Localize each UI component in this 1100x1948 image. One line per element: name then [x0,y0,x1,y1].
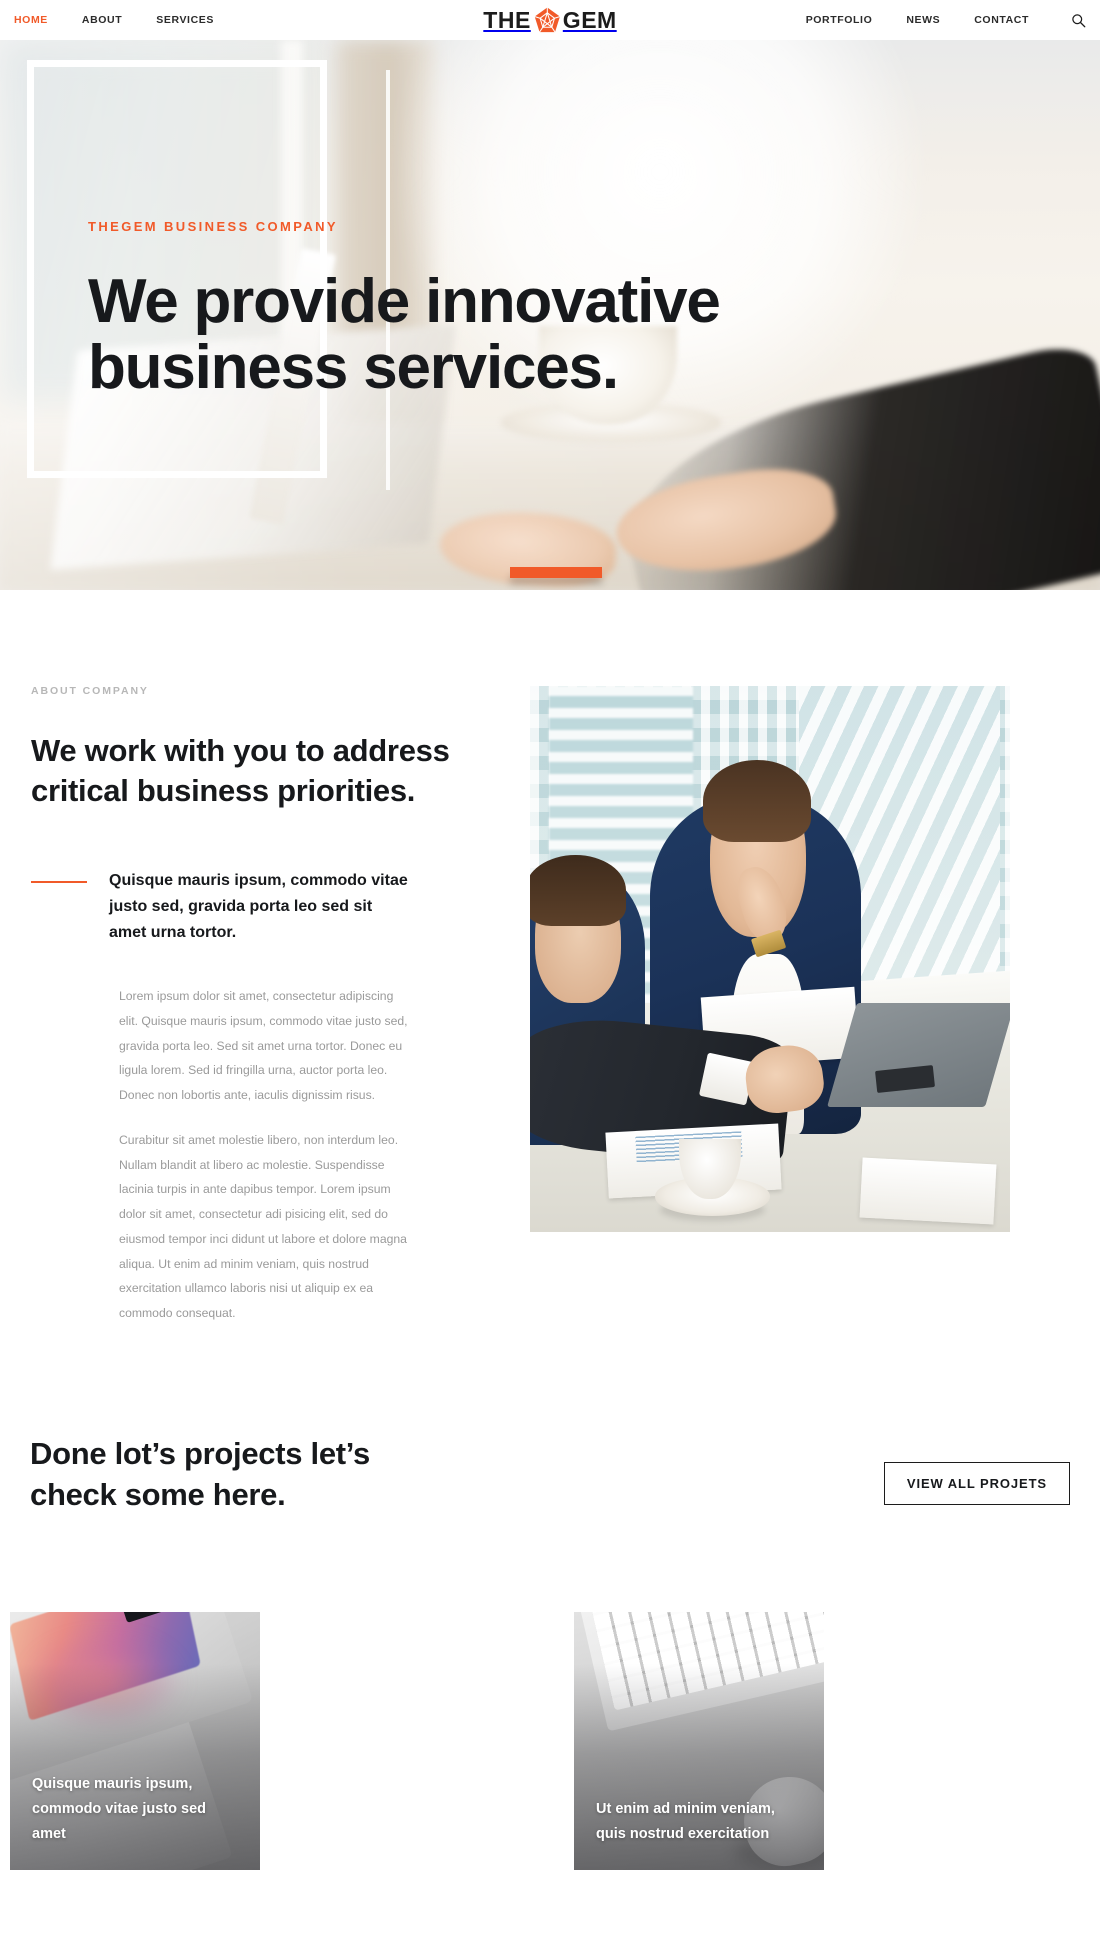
logo-text-the: THE [483,6,531,33]
about-body-column: Lorem ipsum dolor sit amet, consectetur … [31,984,500,1326]
primary-nav-left: HOME ABOUT SERVICES [14,15,214,26]
projects-section: Done lot’s projects let’s check some her… [0,1326,1100,1870]
about-photo [530,686,1010,1232]
projects-header: Done lot’s projects let’s check some her… [0,1326,1100,1516]
project-card[interactable]: Ut enim ad minim veniam, quis nostrud ex… [574,1611,824,1870]
projects-title: Done lot’s projects let’s check some her… [30,1435,370,1512]
projects-grid: Quisque mauris ipsum, commodo vitae just… [0,1516,1100,1870]
project-card-caption: Ut enim ad minim veniam, quis nostrud ex… [596,1801,775,1843]
project-card[interactable]: Quisque mauris ipsum, commodo vitae just… [10,1611,260,1870]
site-logo[interactable]: THE GEM [483,5,616,35]
about-text-column: ABOUT COMPANY We work with you to addres… [30,686,500,1326]
hero-slider-indicator[interactable] [510,567,602,578]
about-image-column [530,686,1070,1326]
nav-link-services[interactable]: SERVICES [156,15,214,26]
hero-title: We provide innovative business services. [88,267,908,403]
about-paragraph-1: Lorem ipsum dolor sit amet, consectetur … [119,989,408,1103]
hero-section: THEGEM BUSINESS COMPANY We provide innov… [0,40,1100,590]
about-title: We work with you to address critical bus… [31,732,450,809]
about-lead-row: Quisque mauris ipsum, commodo vitae just… [31,868,500,946]
site-header: HOME ABOUT SERVICES THE GEM PORTFOLIO NE… [0,0,1100,40]
nav-link-home[interactable]: HOME [14,15,48,26]
hero-eyebrow: THEGEM BUSINESS COMPANY [88,219,338,234]
hero-title-line-2: business services. [88,333,619,403]
gem-pentagon-icon [532,5,562,35]
nav-link-about[interactable]: ABOUT [82,15,122,26]
primary-nav-right: PORTFOLIO NEWS CONTACT [806,13,1086,28]
about-eyebrow: ABOUT COMPANY [31,685,149,697]
about-section: ABOUT COMPANY We work with you to addres… [0,590,1100,1326]
nav-link-contact[interactable]: CONTACT [974,15,1029,26]
nav-link-portfolio[interactable]: PORTFOLIO [806,15,873,26]
project-card-caption: Quisque mauris ipsum, commodo vitae just… [32,1775,207,1843]
logo-text-gem: GEM [562,6,617,33]
about-paragraph-2: Curabitur sit amet molestie libero, non … [119,1132,407,1321]
hero-content: THEGEM BUSINESS COMPANY We provide innov… [88,220,908,402]
hero-title-line-1: We provide innovative [88,267,721,336]
nav-link-news[interactable]: NEWS [906,15,940,26]
accent-rule [31,881,87,884]
view-all-projects-button[interactable]: VIEW ALL PROJETS [883,1461,1070,1505]
search-icon[interactable] [1063,13,1086,28]
about-lead-text: Quisque mauris ipsum, commodo vitae just… [109,872,408,942]
